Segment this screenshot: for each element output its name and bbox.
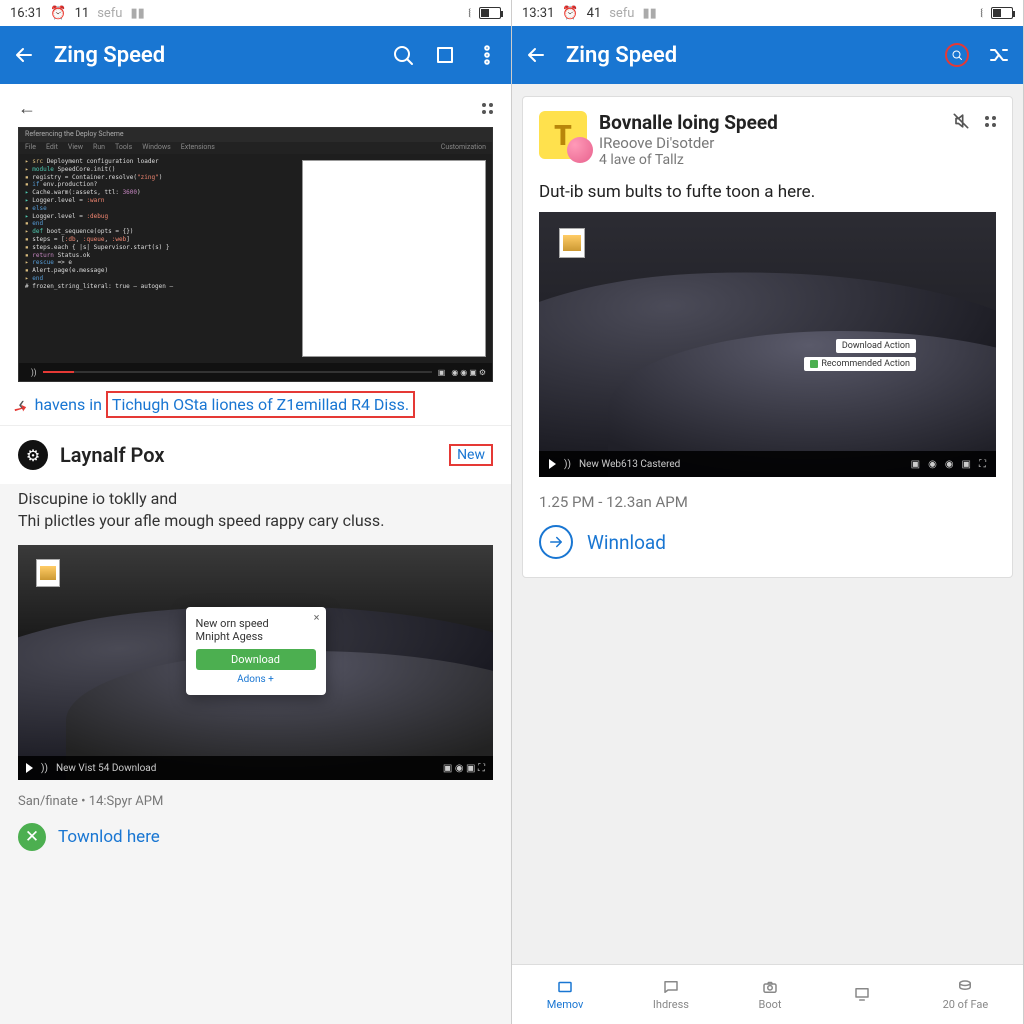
window-icon[interactable] (433, 43, 457, 67)
overlay-tag-1: Download Action (836, 339, 916, 353)
battery-icon (991, 7, 1013, 19)
video-controls[interactable]: )) ▣ ◉ ◉ ▣ ⚙ (19, 363, 492, 381)
app-bar: Zing Speed (0, 26, 511, 84)
status-bar: 13:31 ⏰ 41 sefu ▮▮ ⧙ (512, 0, 1023, 26)
play-icon[interactable] (549, 459, 556, 469)
media-icon: ▮▮ (642, 6, 656, 21)
new-badge: New (449, 444, 493, 466)
file-icon (559, 228, 585, 258)
search-icon[interactable] (391, 43, 415, 67)
signal-off-icon: ⧙ (468, 6, 471, 21)
drag-handle-icon[interactable] (985, 116, 996, 127)
file-icon (36, 559, 60, 587)
media-icon: ▮▮ (130, 6, 144, 21)
post-title: Bovnalle loing Speed (599, 111, 939, 134)
section-header: ⚙ Laynalf Pox New (0, 426, 511, 484)
card-icon (554, 978, 576, 996)
status-bar: 16:31 ⏰ 11 sefu ▮▮ ⧙ (0, 0, 511, 26)
signal-off-icon: ⧙ (980, 6, 983, 21)
right-panel: 13:31 ⏰ 41 sefu ▮▮ ⧙ Zing Speed T Bovnal… (512, 0, 1024, 1024)
back-chevron-icon[interactable]: ← (18, 98, 36, 119)
monitor-icon (851, 985, 873, 1003)
video-controls[interactable]: )) New Web613 Castered ▣◉◉▣⛶ (539, 451, 996, 477)
shuffle-icon[interactable] (987, 43, 1011, 67)
post-description: Dut-ib sum bults to fufte toon a here. (523, 176, 1012, 212)
nav-item-ihdress[interactable]: Ihdress (653, 978, 689, 1011)
section-title: Laynalf Pox (60, 443, 437, 467)
more-icon[interactable] (475, 43, 499, 67)
play-icon[interactable] (26, 763, 33, 773)
download-dialog: × New orn speed Mnipht Agess Download Ad… (186, 607, 326, 695)
app-avatar[interactable]: T (539, 111, 587, 159)
highlighted-text: Tichugh OSta liones of Z1emillad R4 Diss… (106, 391, 415, 418)
arrow-circle-icon (539, 525, 573, 559)
download-action-row[interactable]: Winnload (523, 515, 1012, 577)
post-subtitle: IReoove Di'sotder (599, 134, 939, 152)
drag-handle-icon[interactable] (482, 103, 493, 114)
left-panel: 16:31 ⏰ 11 sefu ▮▮ ⧙ Zing Speed ← Refere… (0, 0, 512, 1024)
app-title: Zing Speed (566, 43, 927, 68)
status-carrier: sefu (97, 6, 122, 21)
status-badge: 11 (75, 6, 90, 21)
app-title: Zing Speed (54, 43, 373, 68)
video-controls-2[interactable]: )) New Vist 54 Download ▣ ◉ ▣ ⛶ (18, 756, 493, 780)
download-button[interactable]: Download (196, 649, 316, 670)
post-meta: 4 lave of Tallz (599, 152, 939, 168)
download-row[interactable]: ✕ Townlod here (0, 813, 511, 867)
overlay-tag-2: Recommended Action (804, 357, 916, 371)
bottom-nav: Memov Ihdress Boot 20 of Fae (512, 964, 1023, 1024)
status-carrier: sefu (609, 6, 634, 21)
back-icon[interactable] (12, 43, 36, 67)
nav-item-memov[interactable]: Memov (547, 978, 584, 1011)
status-badge: 41 (587, 6, 602, 21)
status-time: 16:31 (10, 6, 42, 21)
app-bar: Zing Speed (512, 26, 1023, 84)
post-timestamp: 1.25 PM - 12.3an APM (523, 485, 1012, 515)
next-icon[interactable]: › (505, 642, 511, 684)
section-description: Discupine io toklly and Thi plictles you… (0, 484, 511, 545)
code-editor-thumbnail[interactable]: Referencing the Deploy Scheme FileEditVi… (18, 127, 493, 382)
post-video-thumbnail[interactable]: Download Action Recommended Action )) Ne… (539, 212, 996, 477)
close-icon[interactable]: × (314, 611, 320, 624)
battery-icon (479, 7, 501, 19)
nav-item-fae[interactable]: 20 of Fae (943, 978, 989, 1011)
meta-text: San/finate • 14:Spyr APM (0, 790, 511, 813)
content-scroll[interactable]: T Bovnalle loing Speed IReoove Di'sotder… (512, 84, 1023, 964)
nav-item-boot[interactable]: Boot (759, 978, 782, 1011)
status-time: 13:31 (522, 6, 554, 21)
nav-item-display[interactable] (851, 985, 873, 1005)
stack-icon (954, 978, 976, 996)
back-icon[interactable] (524, 43, 548, 67)
camera-icon (759, 978, 781, 996)
caption-link[interactable]: havens in Tichugh OSta liones of Z1emill… (35, 395, 415, 414)
timestamp-icon: ▣ (438, 368, 446, 377)
gear-icon: ⚙ (18, 440, 48, 470)
prev-icon[interactable]: ‹ (0, 642, 6, 684)
alarm-icon: ⏰ (50, 6, 66, 21)
menu-bar: FileEditViewRunToolsWindowsExtensions Cu… (19, 142, 492, 154)
check-circle-icon: ✕ (18, 823, 46, 851)
alarm-icon: ⏰ (562, 6, 578, 21)
post-card: T Bovnalle loing Speed IReoove Di'sotder… (522, 96, 1013, 578)
mute-icon[interactable] (951, 111, 971, 131)
chat-icon (660, 978, 682, 996)
video-thumbnail[interactable]: × New orn speed Mnipht Agess Download Ad… (18, 545, 493, 780)
addons-link[interactable]: Adons + (196, 674, 316, 685)
search-icon-highlighted[interactable] (945, 43, 969, 67)
content-scroll[interactable]: ← Referencing the Deploy Scheme FileEdit… (0, 84, 511, 1024)
